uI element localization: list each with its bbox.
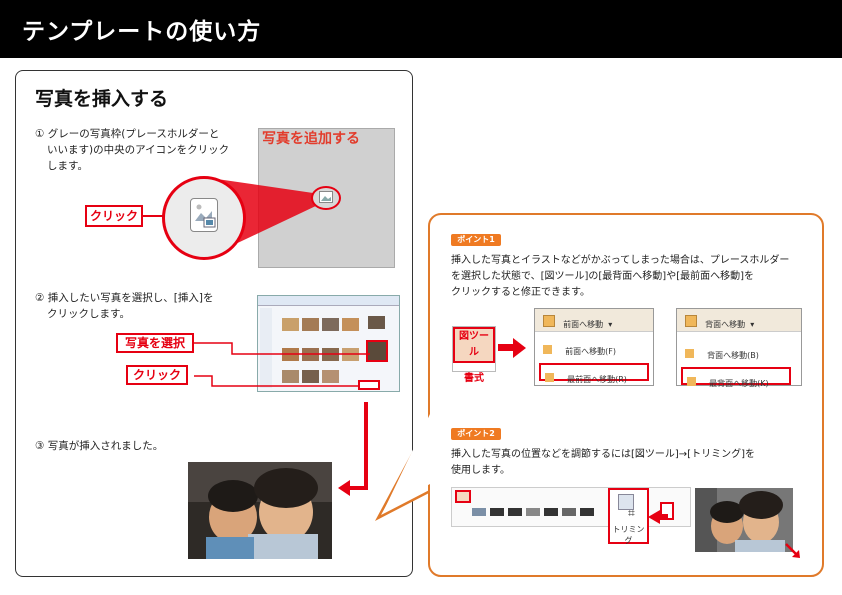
point1-badge: ポイント1 xyxy=(451,234,501,246)
photo-thumb[interactable] xyxy=(282,318,299,331)
page-title: テンプレートの使い方 xyxy=(22,19,262,45)
connector-lines xyxy=(194,342,370,387)
step2-text: ② 挿入したい写真を選択し、[挿入]を クリックします。 xyxy=(35,290,213,322)
send-backward-item[interactable]: 背面へ移動(B) xyxy=(685,343,759,362)
bring-forward-icon xyxy=(543,315,555,327)
send-to-back-item[interactable]: 最背面へ移動(K) xyxy=(681,367,791,388)
bring-forward-icon xyxy=(543,345,552,354)
point1-text: 挿入した写真とイラストなどがかぶってしまった場合は、プレースホルダー を選択した… xyxy=(451,253,789,301)
point1-line: 挿入した写真とイラストなどがかぶってしまった場合は、プレースホルダー xyxy=(451,255,790,266)
point2-text: 挿入した写真の位置などを調節するには[図ツール]→[トリミング]を 使用します。 xyxy=(451,447,755,479)
format-tab-label[interactable]: 書式 xyxy=(453,369,495,384)
style-thumb[interactable] xyxy=(472,508,486,516)
bring-to-front-label: 最前面へ移動(R) xyxy=(567,375,627,384)
bring-forward-head: 前面へ移動 ▾ xyxy=(535,309,653,332)
bring-to-front-icon xyxy=(545,373,554,382)
send-to-back-icon xyxy=(687,377,696,386)
callout-tail-cover xyxy=(384,414,430,510)
photo-thumb[interactable] xyxy=(342,318,359,331)
picture-tools-tab-mini[interactable] xyxy=(455,490,471,503)
picture-tools-tab[interactable]: 図ツール 書式 xyxy=(452,326,496,384)
section-heading: 写真を挿入する xyxy=(35,88,169,110)
send-backward-item-label: 背面へ移動(B) xyxy=(707,351,759,360)
style-thumb[interactable] xyxy=(490,508,504,516)
chevron-down-icon: ▾ xyxy=(608,320,613,329)
select-photo-label: 写真を選択 xyxy=(116,333,194,353)
bring-forward-dropdown[interactable]: 前面へ移動 xyxy=(563,320,603,329)
step1-line: いいます)の中央のアイコンをクリック xyxy=(47,144,230,156)
picture-tools-label: 図ツール xyxy=(453,327,495,363)
point1-line: を選択した状態で、[図ツール]の[最背面へ移動]や[最前面へ移動]を xyxy=(451,271,755,282)
style-thumb[interactable] xyxy=(544,508,558,516)
step3-text: ③ 写真が挿入されました。 xyxy=(35,440,164,452)
inserted-photo xyxy=(188,462,332,559)
send-backward-menu: 背面へ移動 ▾ 背面へ移動(B) 最背面へ移動(K) xyxy=(676,308,802,388)
click-label-2: クリック xyxy=(126,365,188,385)
point2-line: 挿入した写真の位置などを調節するには[図ツール]→[トリミング]を xyxy=(451,449,755,460)
connector-line xyxy=(143,215,163,217)
photo-thumb[interactable] xyxy=(368,316,385,329)
send-backward-icon xyxy=(685,315,697,327)
cropped-photo xyxy=(695,488,793,552)
picture-icon xyxy=(319,191,333,203)
trimming-label: トリミング xyxy=(612,525,645,545)
point1-line: クリックすると修正できます。 xyxy=(451,287,590,298)
step1-line: ① グレーの写真枠(プレースホルダーと xyxy=(35,128,220,140)
step2-line: クリックします。 xyxy=(47,308,130,320)
crop-icon: ⌗ xyxy=(628,506,635,520)
send-backward-icon xyxy=(685,349,694,358)
children-photo-illustration xyxy=(188,462,332,559)
step1-text: ① グレーの写真枠(プレースホルダーと いいます)の中央のアイコンをクリック し… xyxy=(35,126,229,174)
add-photo-label: 写真を追加する xyxy=(262,131,360,147)
point2-line: 使用します。 xyxy=(451,465,510,476)
style-thumb[interactable] xyxy=(508,508,522,516)
right-arrow xyxy=(498,338,526,358)
trimming-button[interactable]: ⌗ トリミング xyxy=(608,488,649,545)
photo-thumb[interactable] xyxy=(302,318,319,331)
insert-picture-icon[interactable] xyxy=(190,198,218,232)
bring-forward-menu: 前面へ移動 ▾ 前面へ移動(F) 最前面へ移動(R) xyxy=(534,308,654,386)
send-backward-head: 背面へ移動 ▾ xyxy=(677,309,801,332)
send-to-back-label: 最背面へ移動(K) xyxy=(709,379,769,388)
chevron-down-icon: ▾ xyxy=(750,320,755,329)
style-thumb[interactable] xyxy=(580,508,594,516)
bring-to-front-item[interactable]: 最前面へ移動(R) xyxy=(539,363,649,384)
photo-thumb[interactable] xyxy=(322,318,339,331)
style-thumb[interactable] xyxy=(562,508,576,516)
children-photo-illustration xyxy=(695,488,793,552)
resize-arrow-icon xyxy=(785,543,800,558)
bring-forward-item[interactable]: 前面へ移動(F) xyxy=(543,339,616,358)
style-thumb[interactable] xyxy=(526,508,540,516)
click-label: クリック xyxy=(85,205,143,227)
point2-badge: ポイント2 xyxy=(451,428,501,440)
bring-forward-item-label: 前面へ移動(F) xyxy=(565,347,616,356)
send-backward-dropdown[interactable]: 背面へ移動 xyxy=(705,320,745,329)
left-arrow xyxy=(648,510,668,524)
dialog-titlebar xyxy=(258,296,399,306)
step2-line: ② 挿入したい写真を選択し、[挿入]を xyxy=(35,292,214,304)
